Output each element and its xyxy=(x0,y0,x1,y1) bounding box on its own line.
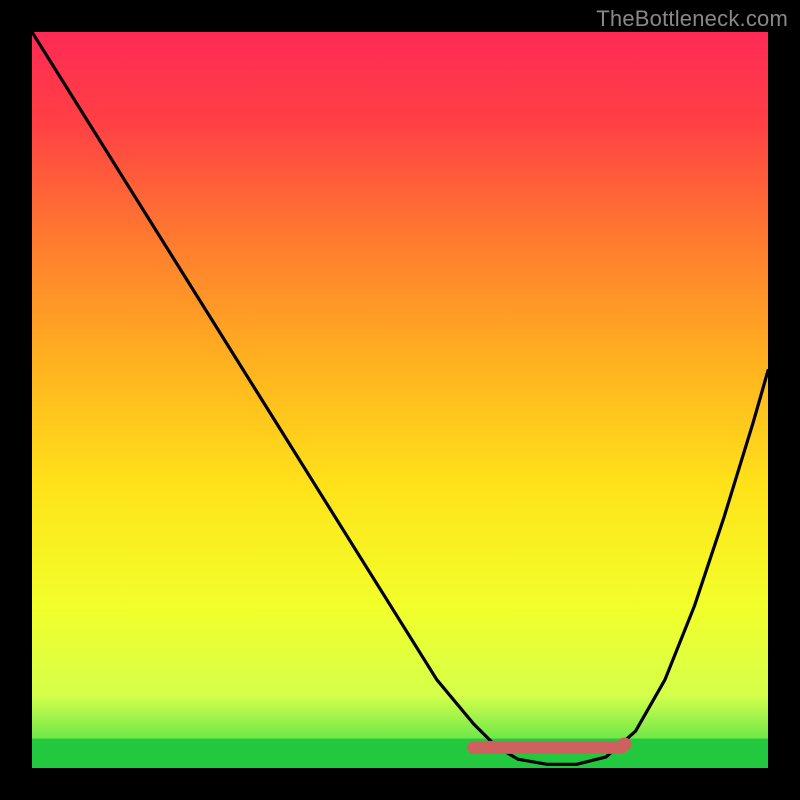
chart-background xyxy=(32,32,768,768)
optimal-point-marker xyxy=(617,737,631,751)
bottleneck-chart xyxy=(32,32,768,768)
green-floor xyxy=(32,739,768,768)
chart-container xyxy=(32,32,768,768)
watermark-text: TheBottleneck.com xyxy=(596,6,788,32)
